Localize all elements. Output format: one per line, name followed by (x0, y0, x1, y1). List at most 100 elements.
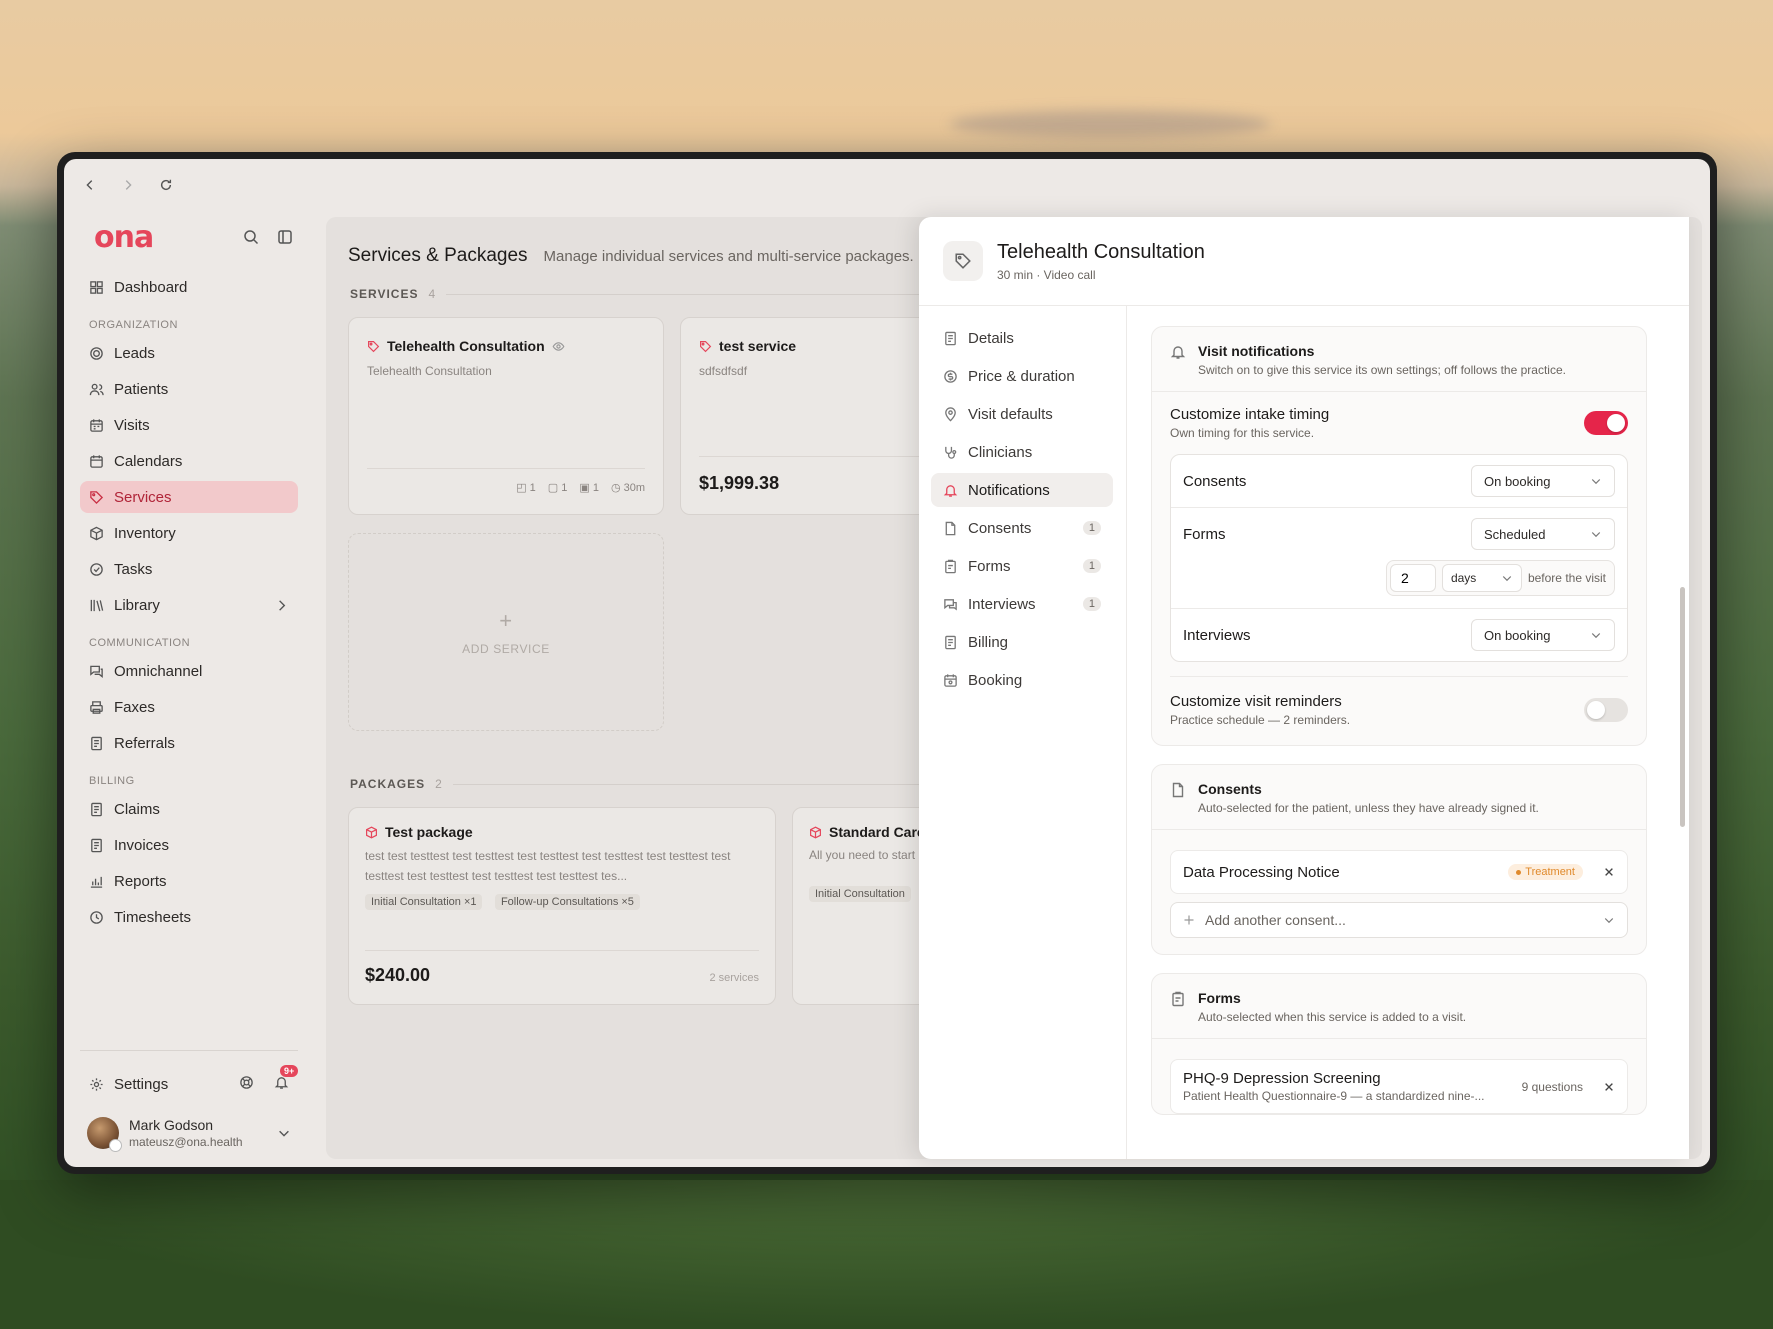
service-card[interactable]: Telehealth Consultation Telehealth Consu… (348, 317, 664, 515)
drawer-nav-details[interactable]: Details (931, 321, 1113, 355)
users-icon (89, 383, 104, 395)
drawer-nav-visit-defaults[interactable]: Visit defaults (931, 397, 1113, 431)
sidebar-item-omnichannel[interactable]: Omnichannel (80, 655, 298, 687)
notification-count-badge: 9+ (280, 1064, 299, 1077)
back-icon[interactable] (82, 177, 98, 193)
consents-timing-row: Consents On booking (1171, 455, 1627, 508)
sidebar-item-label: Invoices (114, 836, 170, 854)
page-subtitle: Manage individual services and multi-ser… (543, 248, 914, 265)
services-count: 4 (428, 287, 437, 301)
scrollbar[interactable] (1680, 587, 1685, 827)
tag-icon (90, 490, 104, 504)
drawer-header: Telehealth Consultation 30 min · Video c… (919, 217, 1689, 306)
user-email: mateusz@ona.health (129, 1135, 243, 1149)
sidebar-item-patients[interactable]: Patients (80, 373, 298, 405)
user-menu[interactable]: Mark Godson mateusz@ona.health (80, 1117, 298, 1152)
package-tag: Initial Consultation (809, 886, 911, 902)
drawer-nav-clinicians[interactable]: Clinicians (931, 435, 1113, 469)
package-name: Standard Care (829, 824, 925, 840)
sidebar-item-services[interactable]: Services (80, 481, 298, 513)
drawer-nav-label: Booking (968, 671, 1023, 689)
browser-toolbar (64, 159, 1710, 211)
sidebar-item-faxes[interactable]: Faxes (80, 691, 298, 723)
drawer-nav-label: Price & duration (968, 367, 1075, 385)
chevron-down-icon (1502, 576, 1512, 582)
drawer-nav-price[interactable]: Price & duration (931, 359, 1113, 393)
panel-title: Consents (1198, 781, 1262, 797)
section-billing: BILLING (89, 775, 135, 787)
clipboard-icon (945, 559, 956, 573)
sidebar-nav: Dashboard ORGANIZATION Leads Patients Vi… (80, 271, 298, 933)
stethoscope-icon (945, 446, 957, 459)
sidebar-toggle-icon[interactable] (276, 228, 294, 246)
panel-description: Switch on to give this service its own s… (1198, 363, 1566, 377)
sidebar-item-tasks[interactable]: Tasks (80, 553, 298, 585)
panel-header: Consents Auto-selected for the patient, … (1152, 765, 1646, 830)
box-icon (90, 526, 103, 540)
close-icon[interactable] (1603, 866, 1615, 878)
drawer-nav-billing[interactable]: Billing (931, 625, 1113, 659)
intake-timing-title: Customize intake timing (1170, 406, 1330, 423)
visit-reminders-toggle[interactable] (1584, 698, 1628, 722)
dollar-icon (944, 369, 957, 383)
add-consent-select[interactable]: Add another consent... (1170, 902, 1628, 938)
sidebar-item-calendars[interactable]: Calendars (80, 445, 298, 477)
sidebar-item-timesheets[interactable]: Timesheets (80, 901, 298, 933)
plus-icon: + (499, 608, 513, 633)
chat-icon (90, 665, 103, 678)
drawer-nav-label: Billing (968, 633, 1009, 651)
package-icon (366, 826, 377, 838)
count-badge: 1 (1082, 597, 1101, 611)
sidebar-item-claims[interactable]: Claims (80, 793, 298, 825)
help-icon[interactable] (239, 1075, 254, 1094)
drawer-nav-label: Details (968, 329, 1014, 347)
drawer-nav-interviews[interactable]: Interviews 1 (931, 587, 1113, 621)
ona-logo[interactable]: ona (94, 220, 154, 255)
package-description: test test testtest test testtest test te… (365, 849, 731, 883)
package-tag: Initial Consultation ×1 (365, 894, 483, 910)
select-value: On booking (1484, 473, 1551, 489)
count-badge: 1 (1082, 521, 1101, 535)
forms-timing-select[interactable]: Scheduled (1471, 518, 1615, 550)
form-description: Patient Health Questionnaire-9 — a stand… (1183, 1089, 1485, 1103)
sidebar-item-reports[interactable]: Reports (80, 865, 298, 897)
device-frame: ona Dashboard ORGANIZATION Leads Patient… (57, 152, 1717, 1174)
service-name: test service (719, 338, 797, 354)
close-icon[interactable] (1603, 1081, 1615, 1093)
sidebar-item-dashboard[interactable]: Dashboard (80, 271, 298, 303)
search-icon[interactable] (242, 228, 260, 246)
calendar-icon (944, 673, 957, 687)
forward-icon[interactable] (120, 177, 136, 193)
drawer-nav-consents[interactable]: Consents 1 (931, 511, 1113, 545)
notifications-button[interactable]: 9+ (274, 1064, 299, 1094)
sidebar-item-invoices[interactable]: Invoices (80, 829, 298, 861)
interviews-timing-select[interactable]: On booking (1471, 619, 1615, 651)
settings-link[interactable]: Settings 9+ (80, 1064, 299, 1099)
add-service-button[interactable]: + ADD SERVICE (348, 533, 664, 731)
drawer-nav-forms[interactable]: Forms 1 (931, 549, 1113, 583)
drawer-nav-booking[interactable]: Booking (931, 663, 1113, 697)
reload-icon[interactable] (158, 177, 174, 193)
drawer-nav: Details Price & duration Visit defaults … (931, 321, 1113, 701)
intake-timing-toggle[interactable] (1584, 411, 1628, 435)
sidebar-item-visits[interactable]: Visits (80, 409, 298, 441)
forms-schedule-row: 2 days before the visit (1171, 560, 1627, 609)
days-amount-input[interactable]: 2 (1389, 564, 1436, 592)
add-service-label: ADD SERVICE (462, 642, 550, 656)
service-detail-drawer: Telehealth Consultation 30 min · Video c… (919, 217, 1689, 1159)
sidebar-item-inventory[interactable]: Inventory (80, 517, 298, 549)
status-dot (109, 1139, 122, 1152)
drawer-nav-notifications[interactable]: Notifications (931, 473, 1113, 507)
drawer-nav-label: Consents (968, 519, 1032, 537)
select-value: days (1450, 571, 1477, 585)
sidebar-item-label: Tasks (114, 560, 153, 578)
sidebar-item-library[interactable]: Library (80, 589, 298, 621)
sidebar-item-label: Services (114, 488, 172, 506)
sidebar-item-leads[interactable]: Leads (80, 337, 298, 369)
package-card[interactable]: Test package test test testtest test tes… (348, 807, 776, 1005)
sidebar-item-referrals[interactable]: Referrals (80, 727, 298, 759)
consents-timing-select[interactable]: On booking (1471, 465, 1615, 497)
divider (80, 1050, 298, 1051)
unit-select[interactable]: days (1441, 564, 1522, 592)
sidebar-item-label: Faxes (114, 698, 155, 716)
